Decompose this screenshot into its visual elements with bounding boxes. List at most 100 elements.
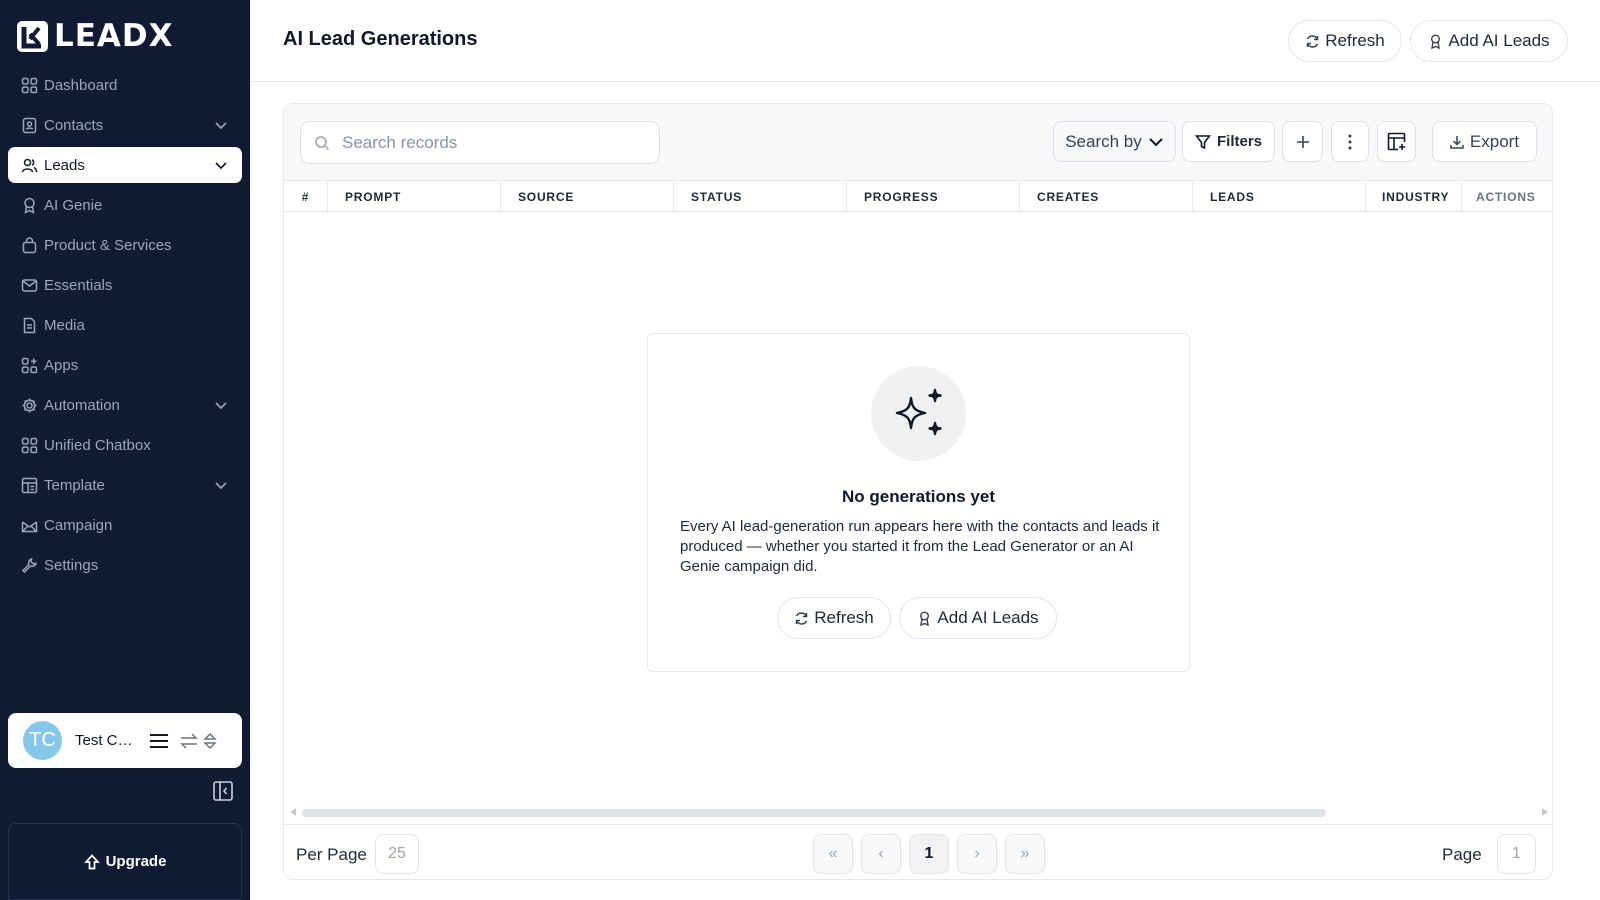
pagination-bar: Per Page 25 « ‹ 1 › » Page 1 [284,824,1552,879]
column-header[interactable]: STATUS [674,182,847,212]
refresh-icon [794,611,809,626]
column-header[interactable]: SOURCE [501,182,674,212]
add-ai-leads-button[interactable]: Add AI Leads [1410,20,1568,62]
scrollbar-thumb[interactable] [302,809,1326,817]
chevron-down-icon [214,118,228,132]
sidebar-item-template[interactable]: Template [8,467,242,503]
current-page-button[interactable]: 1 [909,834,949,874]
document-icon [21,317,38,334]
sidebar-item-dashboard[interactable]: Dashboard [8,67,242,103]
chevron-down-icon [214,158,228,172]
collapse-sidebar-icon[interactable] [213,781,233,801]
sidebar-item-label: Leads [44,156,85,174]
sidebar-item-contacts[interactable]: Contacts [8,107,242,143]
users-icon [21,157,38,174]
chevron-down-icon [214,398,228,412]
table-columns-icon [1387,132,1406,151]
search-box [300,121,660,164]
filters-label: Filters [1216,133,1262,150]
upgrade-arrow-icon [83,853,100,870]
last-page-button[interactable]: » [1005,834,1045,874]
table-header: # PROMPT SOURCE STATUS PROGRESS CREATES … [284,182,1552,212]
sidebar-item-settings[interactable]: Settings [8,547,242,583]
gear-icon [21,397,38,414]
plus-icon [1296,135,1310,149]
sidebar-item-leads[interactable]: Leads [8,147,242,183]
sidebar-item-label: Contacts [44,116,104,134]
records-panel: Search by Filters Export # PRO [283,103,1553,880]
sidebar-item-label: Unified Chatbox [44,436,151,454]
upgrade-button[interactable]: Upgrade [8,823,242,900]
wrench-icon [21,557,38,574]
filters-button[interactable]: Filters [1182,121,1275,162]
user-card[interactable]: TC Test Co... [8,713,242,768]
sidebar-item-label: Apps [44,356,79,374]
page-input[interactable]: 1 [1497,834,1536,874]
ai-badge-icon [1428,34,1443,49]
refresh-icon [1305,34,1320,49]
apps-icon [21,357,38,374]
column-header[interactable]: LEADS [1193,182,1366,212]
add-ai-leads-label: Add AI Leads [1448,31,1550,50]
sidebar-item-ai-genie[interactable]: AI Genie [8,187,242,223]
sparkles-icon [871,366,966,461]
refresh-label: Refresh [814,608,874,627]
sidebar-item-label: Template [44,476,105,494]
refresh-button[interactable]: Refresh [777,597,891,639]
add-ai-leads-button[interactable]: Add AI Leads [899,597,1057,639]
filter-icon [1194,134,1211,150]
search-input[interactable] [342,132,642,153]
sidebar-item-label: Essentials [44,276,113,294]
refresh-label: Refresh [1325,31,1385,50]
user-name: Test Co... [75,732,137,749]
more-vertical-icon [1348,134,1352,150]
column-header[interactable]: PROGRESS [847,182,1020,212]
add-ai-leads-label: Add AI Leads [937,608,1039,627]
column-header[interactable]: INDUSTRY [1366,182,1462,212]
search-by-dropdown[interactable]: Search by [1053,121,1176,162]
scroll-right-arrow-icon[interactable] [1542,808,1548,816]
add-record-button[interactable] [1282,121,1323,162]
grid-icon [21,77,38,94]
sidebar-item-label: Automation [44,396,120,414]
refresh-button[interactable]: Refresh [1288,20,1402,62]
column-header[interactable]: CREATES [1020,182,1193,212]
empty-state: No generations yet Every AI lead-generat… [647,333,1190,672]
menu-icon[interactable] [149,733,169,749]
more-options-button[interactable] [1331,121,1369,162]
per-page-select[interactable]: 25 [375,834,419,874]
sidebar-item-label: Media [44,316,85,334]
app-logo[interactable]: LEADX [17,18,174,54]
sidebar-item-label: Dashboard [44,76,118,94]
sidebar: LEADX Dashboard Contacts Leads AI Genie … [0,0,250,900]
template-icon [21,477,38,494]
sidebar-item-automation[interactable]: Automation [8,387,242,423]
columns-button[interactable] [1377,121,1416,162]
sidebar-item-essentials[interactable]: Essentials [8,267,242,303]
export-button[interactable]: Export [1432,121,1537,162]
scroll-left-arrow-icon[interactable] [290,808,296,816]
sidebar-item-media[interactable]: Media [8,307,242,343]
chevron-up-down-icon[interactable] [203,732,217,750]
envelope-open-icon [21,517,38,534]
switch-arrows-icon[interactable] [180,732,198,749]
ai-badge-icon [917,611,932,626]
export-label: Export [1469,131,1520,151]
column-header[interactable]: # [284,182,328,212]
sidebar-item-apps[interactable]: Apps [8,347,242,383]
upgrade-label: Upgrade [105,853,167,870]
chevron-down-icon [1148,134,1164,150]
mail-icon [21,277,38,294]
shopping-bag-icon [21,236,38,254]
sidebar-item-unified-chatbox[interactable]: Unified Chatbox [8,427,242,463]
empty-state-description: Every AI lead-generation run appears her… [680,518,1160,575]
next-page-button[interactable]: › [957,834,997,874]
per-page-label: Per Page [296,845,367,864]
first-page-button[interactable]: « [813,834,853,874]
previous-page-button[interactable]: ‹ [861,834,901,874]
sidebar-item-campaign[interactable]: Campaign [8,507,242,543]
column-header[interactable]: PROMPT [328,182,501,212]
horizontal-scrollbar[interactable] [290,806,1548,818]
sidebar-item-product-services[interactable]: Product & Services [8,227,242,263]
logo-mark-icon [17,20,48,52]
